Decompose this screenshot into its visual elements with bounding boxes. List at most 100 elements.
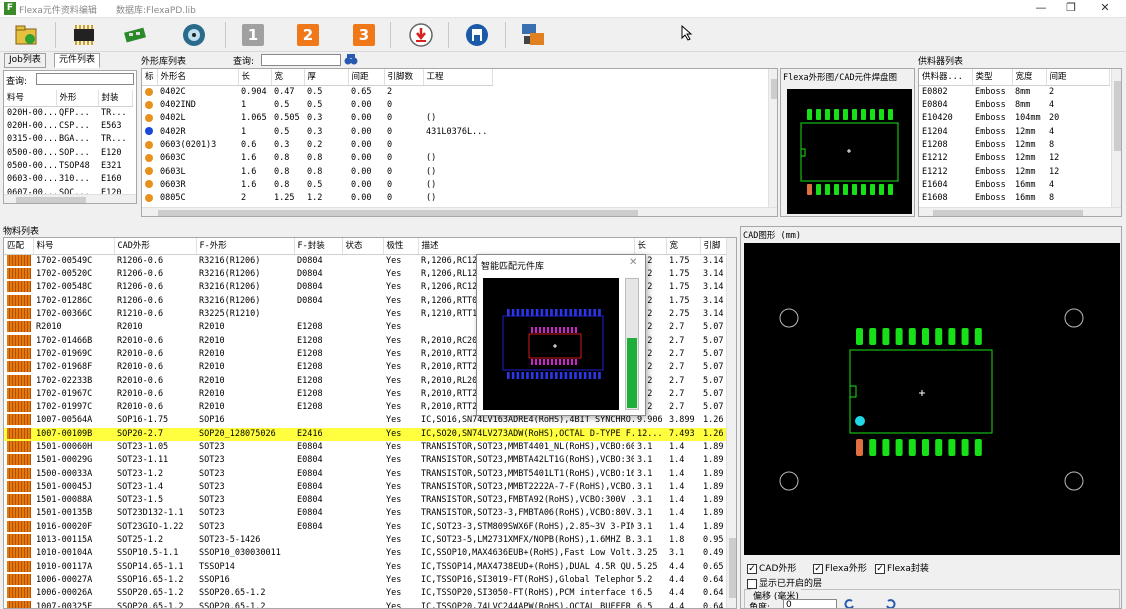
- shape-vscrollbar[interactable]: [768, 69, 777, 207]
- binoculars-search-icon[interactable]: [344, 53, 358, 66]
- material-cell: 3.1: [669, 548, 685, 559]
- save-button[interactable]: [463, 21, 491, 49]
- material-row[interactable]: 1007-00325F SSOP20.65-1.2 SSOP20.65-1.2 Yes…: [4, 600, 726, 608]
- flexa-package-checkbox[interactable]: ✓ Flexa封装: [875, 561, 929, 574]
- folder-icon: [15, 25, 37, 45]
- material-vscrollbar[interactable]: [726, 238, 736, 608]
- material-row[interactable]: 1010-00104A SSOP10.5-1.1 SSOP10_030030011 Y…: [4, 547, 726, 560]
- pcb-icon: [124, 27, 146, 43]
- material-cell: 3.1: [637, 468, 653, 479]
- match-status-cell: [4, 441, 33, 454]
- component-row[interactable]: 0315-00... BGA... TR...: [4, 133, 132, 146]
- step-2-button[interactable]: 2: [294, 21, 322, 49]
- component-search-input[interactable]: [36, 73, 134, 85]
- tab-component[interactable]: 元件列表: [54, 53, 101, 68]
- chip-button[interactable]: [70, 21, 98, 49]
- dialog-bottom-pad: [545, 372, 548, 379]
- material-cell: 1501-00029G: [36, 455, 93, 466]
- component-cell: 0500-00...: [7, 161, 56, 172]
- material-row[interactable]: 1501-00060H SOT23-1.05 SOT23 E0804 Yes TRANSI…: [4, 441, 726, 454]
- cad-outline-checkbox[interactable]: ✓ CAD外形: [747, 561, 796, 574]
- feeder-vscrollbar[interactable]: [1111, 69, 1121, 207]
- dialog-inner-pad: [571, 327, 573, 333]
- board-button[interactable]: [121, 21, 149, 49]
- shape-cell: 0402R: [160, 126, 186, 137]
- material-cell: 3.25: [637, 548, 658, 559]
- tab-job[interactable]: Job列表: [4, 53, 46, 68]
- material-cell: E0804: [297, 442, 323, 452]
- preview-top-pad: [834, 109, 839, 120]
- material-cell: R2010: [117, 322, 143, 333]
- shape-row[interactable]: 0603(0201)3 0.6 0.3 0.2 0.00 0: [142, 139, 492, 152]
- feeder-row[interactable]: E0804 Emboss 8mm 4: [919, 99, 1109, 112]
- material-row[interactable]: 1501-00045J SOT23-1.4 SOT23 E0804 Yes TRANSIS…: [4, 480, 726, 494]
- material-row[interactable]: 1013-00115A SOT25-1.2 SOT23-5-1426 Yes IC,SO…: [4, 534, 726, 547]
- open-folder-button[interactable]: [12, 21, 40, 49]
- shape-row[interactable]: 0603L 1.6 0.8 0.8 0.00 0 (): [142, 165, 492, 178]
- minimize-button[interactable]: —: [1026, 0, 1056, 18]
- cad-canvas[interactable]: [744, 243, 1120, 555]
- shape-cell: 0.8: [274, 153, 290, 164]
- cad-bottom-pad: [974, 439, 982, 456]
- angle-input[interactable]: 0: [783, 599, 837, 608]
- material-cell: 1.26: [703, 415, 724, 426]
- download-button[interactable]: [407, 21, 435, 49]
- cad-top-pad: [895, 328, 903, 345]
- restore-button[interactable]: ❐: [1056, 0, 1086, 18]
- feeder-hscrollbar[interactable]: [919, 207, 1121, 216]
- shape-row[interactable]: 0402C 0.904 0.47 0.5 0.65 2: [142, 86, 492, 100]
- shape-search-input[interactable]: [261, 54, 341, 66]
- material-cell: SOT23-1.05: [117, 442, 169, 452]
- shape-row[interactable]: 0402IND 1 0.5 0.5 0.00 0: [142, 99, 492, 112]
- dialog-bottom-pad: [564, 372, 568, 379]
- material-cell: 1.89: [703, 468, 724, 479]
- material-row[interactable]: 1006-00026A SSOP20.65-1.2 SSOP20.65-1.2 Yes…: [4, 587, 726, 600]
- material-row[interactable]: 1007-00109B SOP20-2.7 SOP20_128075026 E2416…: [4, 427, 726, 441]
- component-hscrollbar[interactable]: [4, 194, 136, 203]
- feeder-row[interactable]: E0802 Emboss 8mm 2: [919, 86, 1109, 100]
- feeder-row[interactable]: E1212 Emboss 12mm 12: [919, 165, 1109, 178]
- shape-row[interactable]: 0402R 1 0.5 0.3 0.00 0 431L0376L...: [142, 126, 492, 139]
- close-button[interactable]: ✕: [1090, 0, 1120, 18]
- feeder-row[interactable]: E1604 Emboss 16mm 4: [919, 179, 1109, 192]
- shape-row[interactable]: 0805C 2 1.25 1.2 0.00 0 (): [142, 192, 492, 205]
- rotate-right-icon[interactable]: [885, 598, 897, 608]
- material-row[interactable]: 1501-00135B SOT23D132-1.1 SOT23 E0804 Yes TRA…: [4, 507, 726, 520]
- material-cell: 1702-01466B: [36, 335, 93, 346]
- material-cell: [342, 281, 383, 294]
- material-cell: SOP20-2.7: [114, 427, 196, 441]
- shape-hscrollbar[interactable]: [142, 207, 777, 216]
- cad-panel: CAD图形 (mm) ✓ CAD外形 ✓ Flexa外形 ✓ Flexa封装 显示已开…: [740, 226, 1122, 609]
- material-cell: 5.07: [703, 348, 724, 359]
- shape-row[interactable]: 0603R 1.6 0.8 0.5 0.00 0 (): [142, 179, 492, 192]
- feeder-row[interactable]: E1212 Emboss 12mm 12: [919, 152, 1109, 165]
- reel-button[interactable]: [180, 21, 208, 49]
- feeder-row[interactable]: E10420 Emboss 104mm 20: [919, 112, 1109, 125]
- material-row[interactable]: 1500-00033A SOT23-1.2 SOT23 E0804 Yes TRANSIS…: [4, 467, 726, 480]
- component-row[interactable]: 020H-00... QFP... TR...: [4, 107, 132, 121]
- component-row[interactable]: 0603-00... 310... E160: [4, 173, 132, 186]
- config-button[interactable]: [520, 21, 548, 49]
- component-row[interactable]: 0500-00... TSOP48 E321: [4, 160, 132, 173]
- feeder-row[interactable]: E1208 Emboss 12mm 8: [919, 139, 1109, 152]
- material-row[interactable]: 1006-00027A SSOP16.65-1.2 SSOP16 Yes IC,TSSO…: [4, 573, 726, 587]
- dialog-bottom-pad: [559, 372, 563, 379]
- shape-row[interactable]: 0402L 1.065 0.505 0.3 0.00 0 (): [142, 112, 492, 125]
- component-row[interactable]: 0500-00... SOP... E120: [4, 147, 132, 160]
- material-row[interactable]: 1501-00029G SOT23-1.11 SOT23 E0804 Yes TRANSI…: [4, 454, 726, 467]
- material-row[interactable]: 1501-00088A SOT23-1.5 SOT23 E0804 Yes TRANSIS…: [4, 494, 726, 507]
- step-1-button[interactable]: 1: [239, 21, 267, 49]
- step-3-button[interactable]: 3: [350, 21, 378, 49]
- material-row[interactable]: 1016-00020F SOT23GIO-1.22 SOT23 E0804 Yes IC,…: [4, 520, 726, 534]
- feeder-row[interactable]: E1204 Emboss 12mm 4: [919, 126, 1109, 139]
- shape-row[interactable]: 0603C 1.6 0.8 0.8 0.00 0 (): [142, 152, 492, 165]
- flexa-shape-checkbox[interactable]: ✓ Flexa外形: [813, 561, 867, 574]
- show-layers-checkbox[interactable]: 显示已开启的层: [747, 576, 822, 589]
- component-row[interactable]: 020H-00... CSP... E563: [4, 120, 132, 133]
- material-row[interactable]: 1010-00117A SSOP14.65-1.1 TSSOP14 Yes IC,TSS…: [4, 560, 726, 574]
- material-row[interactable]: 1007-00564A SOP16-1.75 SOP16 Yes IC,SO16,SN7…: [4, 414, 726, 427]
- dialog-close-button[interactable]: ✕: [629, 257, 637, 268]
- feeder-row[interactable]: E1608 Emboss 16mm 8: [919, 192, 1109, 205]
- dialog-inner-pad: [547, 327, 549, 333]
- rotate-left-icon[interactable]: [843, 598, 855, 608]
